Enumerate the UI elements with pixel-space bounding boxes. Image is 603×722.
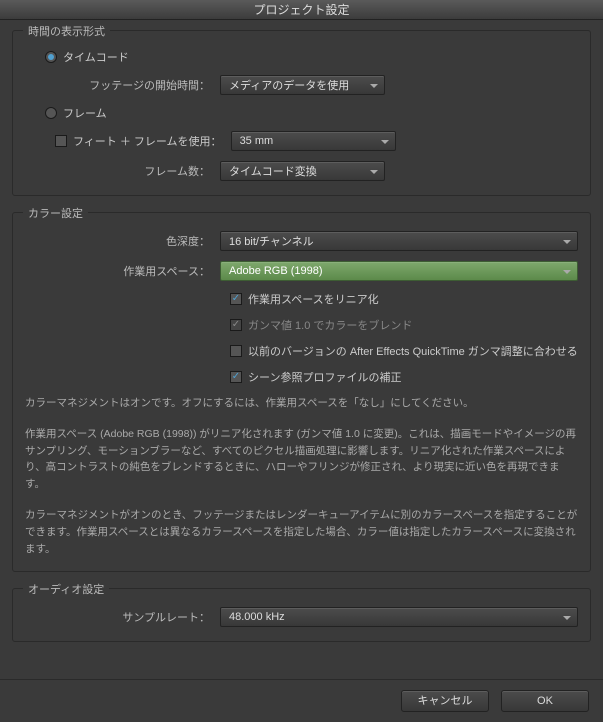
checkbox-blend-gamma: ✓ ガンマ値 1.0 でカラーをブレンド: [230, 317, 412, 333]
check-icon: ✓: [230, 293, 242, 305]
select-footage-start-value: メディアのデータを使用: [229, 77, 349, 93]
checkbox-match-legacy-label: 以前のバージョンの After Effects QuickTime ガンマ調整に…: [248, 343, 578, 359]
check-icon: ✓: [230, 371, 242, 383]
select-depth[interactable]: 16 bit/チャンネル: [220, 231, 578, 251]
select-frame-count-value: タイムコード変換: [229, 163, 317, 179]
label-frame-count: フレーム数：: [25, 163, 220, 179]
label-sample-rate: サンプルレート：: [25, 609, 220, 625]
checkbox-feet-frames[interactable]: フィート ＋ フレームを使用：: [55, 133, 222, 149]
select-feet-frames[interactable]: 35 mm: [231, 131, 396, 151]
checkbox-linearize-label: 作業用スペースをリニア化: [248, 291, 379, 307]
label-working-space: 作業用スペース：: [25, 263, 220, 279]
checkbox-match-legacy[interactable]: 以前のバージョンの After Effects QuickTime ガンマ調整に…: [230, 343, 578, 359]
select-footage-start[interactable]: メディアのデータを使用: [220, 75, 385, 95]
label-depth: 色深度：: [25, 233, 220, 249]
checkbox-compensate-label: シーン参照プロファイルの補正: [248, 369, 401, 385]
checkbox-compensate[interactable]: ✓ シーン参照プロファイルの補正: [230, 369, 401, 385]
radio-timecode-label: タイムコード: [63, 49, 129, 65]
check-icon: [230, 345, 242, 357]
checkbox-blend-gamma-label: ガンマ値 1.0 でカラーをブレンド: [248, 317, 412, 333]
help-text-3: カラーマネジメントがオンのとき、フッテージまたはレンダーキューアイテムに別のカラ…: [25, 507, 578, 557]
radio-frames[interactable]: フレーム: [45, 105, 107, 121]
select-feet-frames-value: 35 mm: [240, 135, 274, 147]
radio-icon: [45, 107, 57, 119]
group-audio-settings: オーディオ設定 サンプルレート： 48.000 kHz: [12, 588, 591, 642]
select-working-space[interactable]: Adobe RGB (1998): [220, 261, 578, 281]
checkbox-linearize[interactable]: ✓ 作業用スペースをリニア化: [230, 291, 379, 307]
select-depth-value: 16 bit/チャンネル: [229, 233, 314, 249]
help-text-1: カラーマネジメントはオンです。オフにするには、作業用スペースを「なし」にしてくだ…: [25, 395, 578, 412]
select-sample-rate-value: 48.000 kHz: [229, 611, 285, 623]
ok-button[interactable]: OK: [501, 690, 589, 712]
group-label-color: カラー設定: [23, 205, 88, 221]
group-color-settings: カラー設定 色深度： 16 bit/チャンネル 作業用スペース： Adobe R…: [12, 212, 591, 572]
group-label-time: 時間の表示形式: [23, 23, 110, 39]
label-footage-start: フッテージの開始時間：: [25, 77, 220, 93]
cancel-button[interactable]: キャンセル: [401, 690, 489, 712]
check-icon: ✓: [230, 319, 242, 331]
radio-frames-label: フレーム: [63, 105, 107, 121]
checkbox-icon: [55, 135, 67, 147]
radio-timecode[interactable]: タイムコード: [45, 49, 129, 65]
select-working-space-value: Adobe RGB (1998): [229, 265, 323, 277]
group-label-audio: オーディオ設定: [23, 581, 109, 597]
group-time-display: 時間の表示形式 タイムコード フッテージの開始時間： メディアのデータを使用 フ…: [12, 30, 591, 196]
help-text-2: 作業用スペース (Adobe RGB (1998)) がリニア化されます (ガン…: [25, 426, 578, 493]
window-title: プロジェクト設定: [0, 0, 603, 20]
select-frame-count[interactable]: タイムコード変換: [220, 161, 385, 181]
select-sample-rate[interactable]: 48.000 kHz: [220, 607, 578, 627]
checkbox-feet-frames-label: フィート ＋ フレームを使用：: [73, 133, 222, 149]
radio-icon: [45, 51, 57, 63]
dialog-footer: キャンセル OK: [0, 679, 603, 722]
